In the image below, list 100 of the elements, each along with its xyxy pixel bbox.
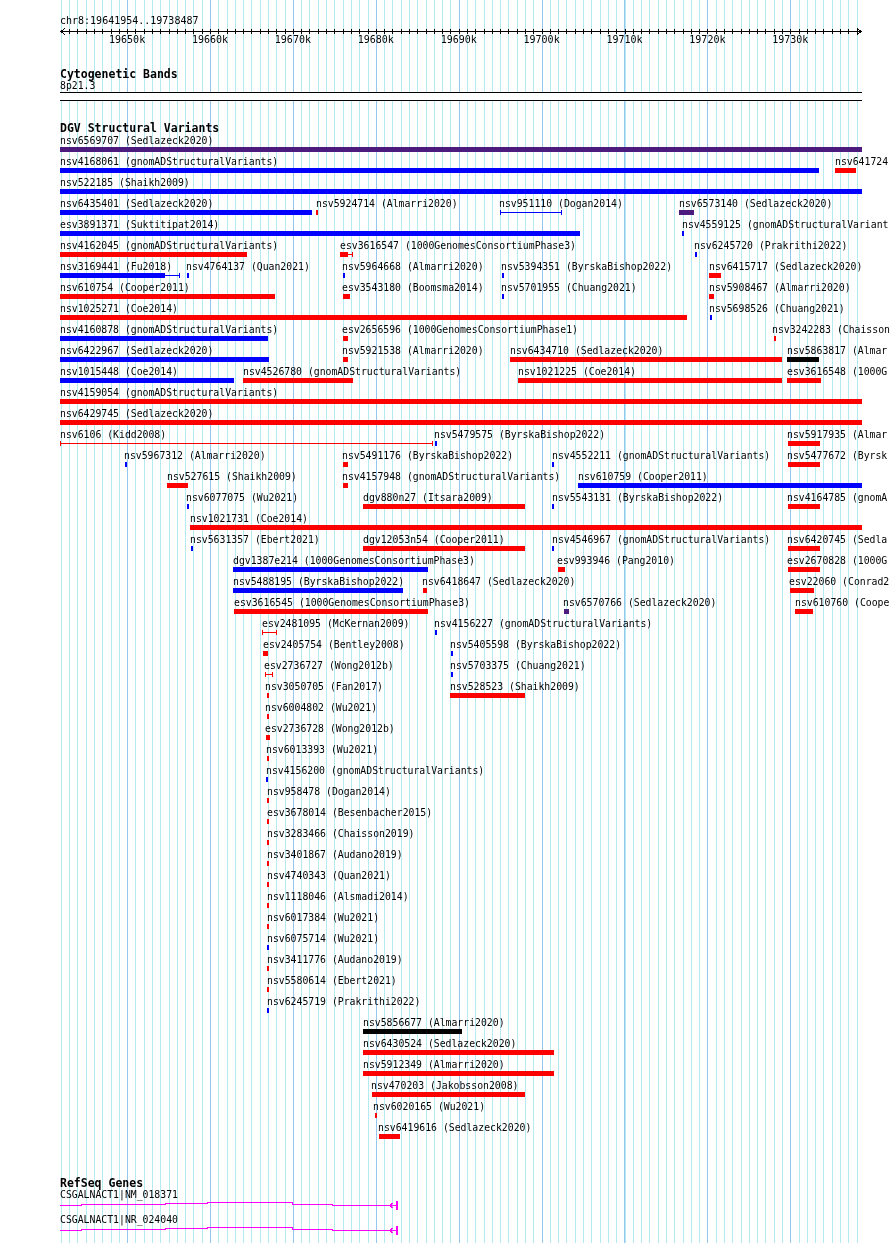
- variant-label: nsv4162045 (gnomADStructuralVariants): [60, 239, 279, 251]
- variant-label: nsv6430524 (Sedlazeck2020): [363, 1037, 517, 1049]
- variant-label: nsv610759 (Cooper2011): [578, 470, 708, 482]
- variant-label: nsv5394351 (ByrskaBishop2022): [501, 260, 673, 272]
- variant-label: nsv951110 (Dogan2014): [499, 197, 623, 209]
- variant-label: nsv5405598 (ByrskaBishop2022): [450, 638, 622, 650]
- variant-label: nsv4159054 (gnomADStructuralVariants): [60, 386, 279, 398]
- variant-span[interactable]: [60, 441, 433, 446]
- variant-label: nsv5921538 (Almarri2020): [342, 344, 484, 356]
- variant-label: nsv4168061 (gnomADStructuralVariants): [60, 155, 279, 167]
- variant-label: nsv5477672 (Byrsk: [787, 449, 888, 461]
- variant-label: nsv5917935 (Almar: [787, 428, 888, 440]
- variant-label: nsv1021731 (Coe2014): [190, 512, 308, 524]
- variant-span[interactable]: [500, 210, 562, 215]
- variant-label: esv3616547 (1000GenomesConsortiumPhase3): [340, 239, 576, 251]
- variant-label: dgv880n27 (Itsara2009): [363, 491, 493, 503]
- variant-label: esv22060 (Conrad2: [789, 575, 890, 587]
- variant-label: nsv6570766 (Sedlazeck2020): [563, 596, 717, 608]
- track-title: DGV Structural Variants: [60, 122, 220, 134]
- axis-tick-label: 19670k: [274, 35, 311, 45]
- variant-label: nsv6075714 (Wu2021): [267, 932, 380, 944]
- variant-label: nsv6422967 (Sedlazeck2020): [60, 344, 214, 356]
- variant-label: nsv5488195 (ByrskaBishop2022): [233, 575, 405, 587]
- variant-label: nsv6418647 (Sedlazeck2020): [422, 575, 576, 587]
- axis-tick-label: 19680k: [357, 35, 394, 45]
- variant-label: nsv6245719 (Prakrithi2022): [267, 995, 421, 1007]
- variant-label: nsv4764137 (Quan2021): [186, 260, 310, 272]
- variant-label: nsv958478 (Dogan2014): [267, 785, 391, 797]
- variant-label: nsv5908467 (Almarri2020): [709, 281, 851, 293]
- variant-label: esv3891371 (Suktitipat2014): [60, 218, 220, 230]
- variant-label: nsv1015448 (Coe2014): [60, 365, 178, 377]
- variant-label: nsv4559125 (gnomADStructuralVariant: [682, 218, 889, 230]
- variant-label: nsv3283466 (Chaisson2019): [267, 827, 415, 839]
- variant-label: nsv5967312 (Almarri2020): [124, 449, 266, 461]
- variant-label: esv2481095 (McKernan2009): [262, 617, 410, 629]
- variant-label: nsv4156227 (gnomADStructuralVariants): [434, 617, 653, 629]
- variant-label: nsv4164785 (gnomA: [787, 491, 888, 503]
- variant-label: nsv5543131 (ByrskaBishop2022): [552, 491, 724, 503]
- variant-label: nsv528523 (Shaikh2009): [450, 680, 580, 692]
- variant-label: nsv3050705 (Fan2017): [265, 680, 383, 692]
- variant-label: nsv5964668 (Almarri2020): [342, 260, 484, 272]
- variant-label: nsv3401867 (Audano2019): [267, 848, 403, 860]
- variant-label: nsv5698526 (Chuang2021): [709, 302, 845, 314]
- variant-label: nsv4160878 (gnomADStructuralVariants): [60, 323, 279, 335]
- variant-label: nsv610754 (Cooper2011): [60, 281, 190, 293]
- variant-bar[interactable]: [340, 252, 353, 257]
- variant-label: nsv1025271 (Coe2014): [60, 302, 178, 314]
- variant-label: nsv6415717 (Sedlazeck2020): [709, 260, 863, 272]
- variant-label: nsv5631357 (Ebert2021): [190, 533, 320, 545]
- variant-label: esv2405754 (Bentley2008): [263, 638, 405, 650]
- variant-label: nsv6573140 (Sedlazeck2020): [679, 197, 833, 209]
- variant-label: nsv4526780 (gnomADStructuralVariants): [243, 365, 462, 377]
- variant-label: dgv1387e214 (1000GenomesConsortiumPhase3): [233, 554, 475, 566]
- variant-label: nsv6434710 (Sedlazeck2020): [510, 344, 664, 356]
- variant-label: nsv6245720 (Prakrithi2022): [694, 239, 848, 251]
- axis-tick-label: 19690k: [440, 35, 477, 45]
- variant-label: nsv6429745 (Sedlazeck2020): [60, 407, 214, 419]
- axis-tick-label: 19710k: [606, 35, 643, 45]
- variant-span[interactable]: [265, 672, 273, 677]
- variant-label: esv2736728 (Wong2012b): [265, 722, 395, 734]
- variant-label: nsv6004802 (Wu2021): [265, 701, 378, 713]
- variant-label: esv2656596 (1000GenomesConsortiumPhase1): [342, 323, 578, 335]
- variant-label: nsv610760 (Coope: [795, 596, 890, 608]
- axis-tick-label: 19660k: [191, 35, 229, 45]
- variant-label: nsv641724: [835, 155, 889, 167]
- variant-label: nsv3242283 (Chaisson: [772, 323, 890, 335]
- variant-label: nsv1118046 (Alsmadi2014): [267, 890, 409, 902]
- variant-label: esv2736727 (Wong2012b): [264, 659, 394, 671]
- variant-label: nsv6017384 (Wu2021): [267, 911, 380, 923]
- track-title: Cytogenetic Bands: [60, 68, 178, 80]
- variant-label: nsv6020165 (Wu2021): [373, 1100, 486, 1112]
- variant-label: nsv522185 (Shaikh2009): [60, 176, 190, 188]
- variant-label: nsv5491176 (ByrskaBishop2022): [342, 449, 514, 461]
- variant-label: nsv1021225 (Coe2014): [518, 365, 636, 377]
- axis-tick-label: 19730k: [772, 35, 809, 45]
- variant-label: nsv5924714 (Almarri2020): [316, 197, 458, 209]
- variant-label: nsv5701955 (Chuang2021): [501, 281, 637, 293]
- gene-label: CSGALNACT1|NR_024040: [60, 1214, 178, 1225]
- gene-label: CSGALNACT1|NM_018371: [60, 1189, 178, 1200]
- variant-span[interactable]: [262, 630, 277, 635]
- variant-label: nsv470203 (Jakobsson2008): [371, 1079, 519, 1091]
- variant-label: nsv5856677 (Almarri2020): [363, 1016, 505, 1028]
- axis-tick-label: 19700k: [523, 35, 560, 45]
- axis-tick-label: 19720k: [689, 35, 726, 45]
- variant-label: nsv6106 (Kidd2008): [60, 428, 167, 440]
- variant-bar[interactable]: [60, 273, 180, 278]
- variant-label: nsv4552211 (gnomADStructuralVariants): [552, 449, 771, 461]
- variant-label: nsv527615 (Shaikh2009): [167, 470, 297, 482]
- variant-label: nsv6077075 (Wu2021): [186, 491, 299, 503]
- variant-label: nsv5479575 (ByrskaBishop2022): [434, 428, 606, 440]
- axis-tick-label: 19650k: [109, 35, 146, 45]
- variant-label: esv2670828 (1000G: [787, 554, 888, 566]
- variant-label: nsv4546967 (gnomADStructuralVariants): [552, 533, 771, 545]
- variant-label: dgv12053n54 (Cooper2011): [363, 533, 505, 545]
- variant-label: esv993946 (Pang2010): [557, 554, 675, 566]
- variant-label: esv3678014 (Besenbacher2015): [267, 806, 433, 818]
- track-title: RefSeq Genes: [60, 1177, 144, 1189]
- variant-label: esv3543180 (Boomsma2014): [342, 281, 484, 293]
- variant-label: nsv4157948 (gnomADStructuralVariants): [342, 470, 561, 482]
- variant-label: nsv6013393 (Wu2021): [266, 743, 379, 755]
